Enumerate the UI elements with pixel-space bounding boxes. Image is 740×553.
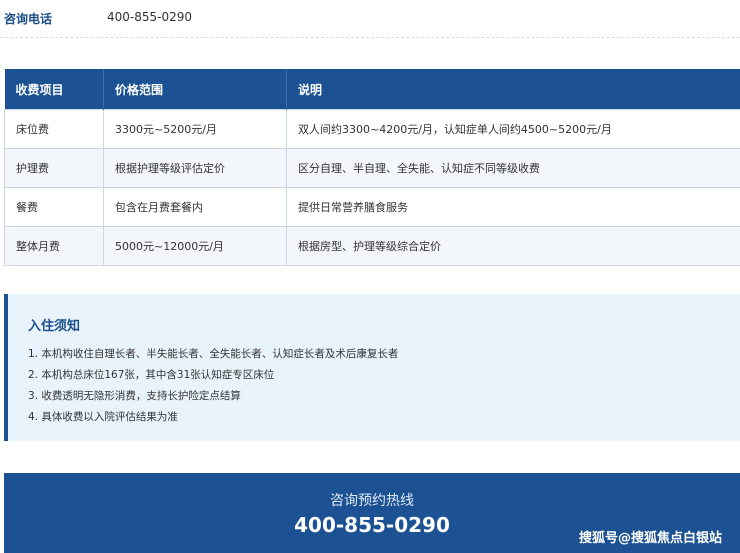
cell-price-range: 3300元~5200元/月 <box>103 109 287 149</box>
cell-price-range: 包含在月费套餐内 <box>103 187 287 227</box>
notice-item: 2. 本机构总床位167张，其中含31张认知症专区床位 <box>28 369 275 381</box>
notice-title: 入住须知 <box>28 319 81 334</box>
cell-price-range: 根据护理等级评估定价 <box>103 148 287 188</box>
cell-fee-item: 餐费 <box>4 187 104 227</box>
header-fee-item: 收费项目 <box>4 69 104 110</box>
consult-phone-label: 咨询电话 <box>4 12 53 26</box>
consult-phone-number[interactable]: 400-855-0290 <box>107 10 192 24</box>
hotline-banner: 咨询预约热线 400-855-0290 搜狐号@搜狐焦点白银站 <box>4 473 740 553</box>
notice-item: 1. 本机构收住自理长者、半失能长者、全失能长者、认知症长者及术后康复长者 <box>28 348 399 360</box>
table-header-row: 收费项目 价格范围 说明 <box>4 69 740 110</box>
hotline-label: 咨询预约热线 <box>330 493 414 509</box>
cell-fee-item: 床位费 <box>4 109 104 149</box>
source-watermark: 搜狐号@搜狐焦点白银站 <box>578 531 722 546</box>
table-row: 整体月费 5000元~12000元/月 根据房型、护理等级综合定价 <box>4 226 740 266</box>
cell-price-range: 5000元~12000元/月 <box>103 226 287 266</box>
admission-notice: 入住须知 1. 本机构收住自理长者、半失能长者、全失能长者、认知症长者及术后康复… <box>4 294 740 441</box>
notice-item: 3. 收费透明无隐形消费，支持长护险定点结算 <box>28 390 241 402</box>
cell-description: 区分自理、半自理、全失能、认知症不同等级收费 <box>286 148 740 188</box>
cell-fee-item: 护理费 <box>4 148 104 188</box>
table-row: 床位费 3300元~5200元/月 双人间约3300~4200元/月，认知症单人… <box>4 109 740 149</box>
cell-description: 提供日常营养膳食服务 <box>286 187 740 227</box>
table-row: 护理费 根据护理等级评估定价 区分自理、半自理、全失能、认知症不同等级收费 <box>4 148 740 188</box>
notice-item: 4. 具体收费以入院评估结果为准 <box>28 411 178 423</box>
cell-description: 根据房型、护理等级综合定价 <box>286 226 740 266</box>
cell-fee-item: 整体月费 <box>4 226 104 266</box>
header-description: 说明 <box>286 69 740 110</box>
fee-table: 收费项目 价格范围 说明 床位费 3300元~5200元/月 双人间约3300~… <box>4 69 740 266</box>
table-row: 餐费 包含在月费套餐内 提供日常营养膳食服务 <box>4 187 740 227</box>
notice-list: 1. 本机构收住自理长者、半失能长者、全失能长者、认知症长者及术后康复长者 2.… <box>28 346 398 430</box>
cell-description: 双人间约3300~4200元/月，认知症单人间约4500~5200元/月 <box>286 109 740 149</box>
consult-phone-row: 咨询电话 400-855-0290 <box>0 0 740 38</box>
header-price-range: 价格范围 <box>103 69 287 110</box>
